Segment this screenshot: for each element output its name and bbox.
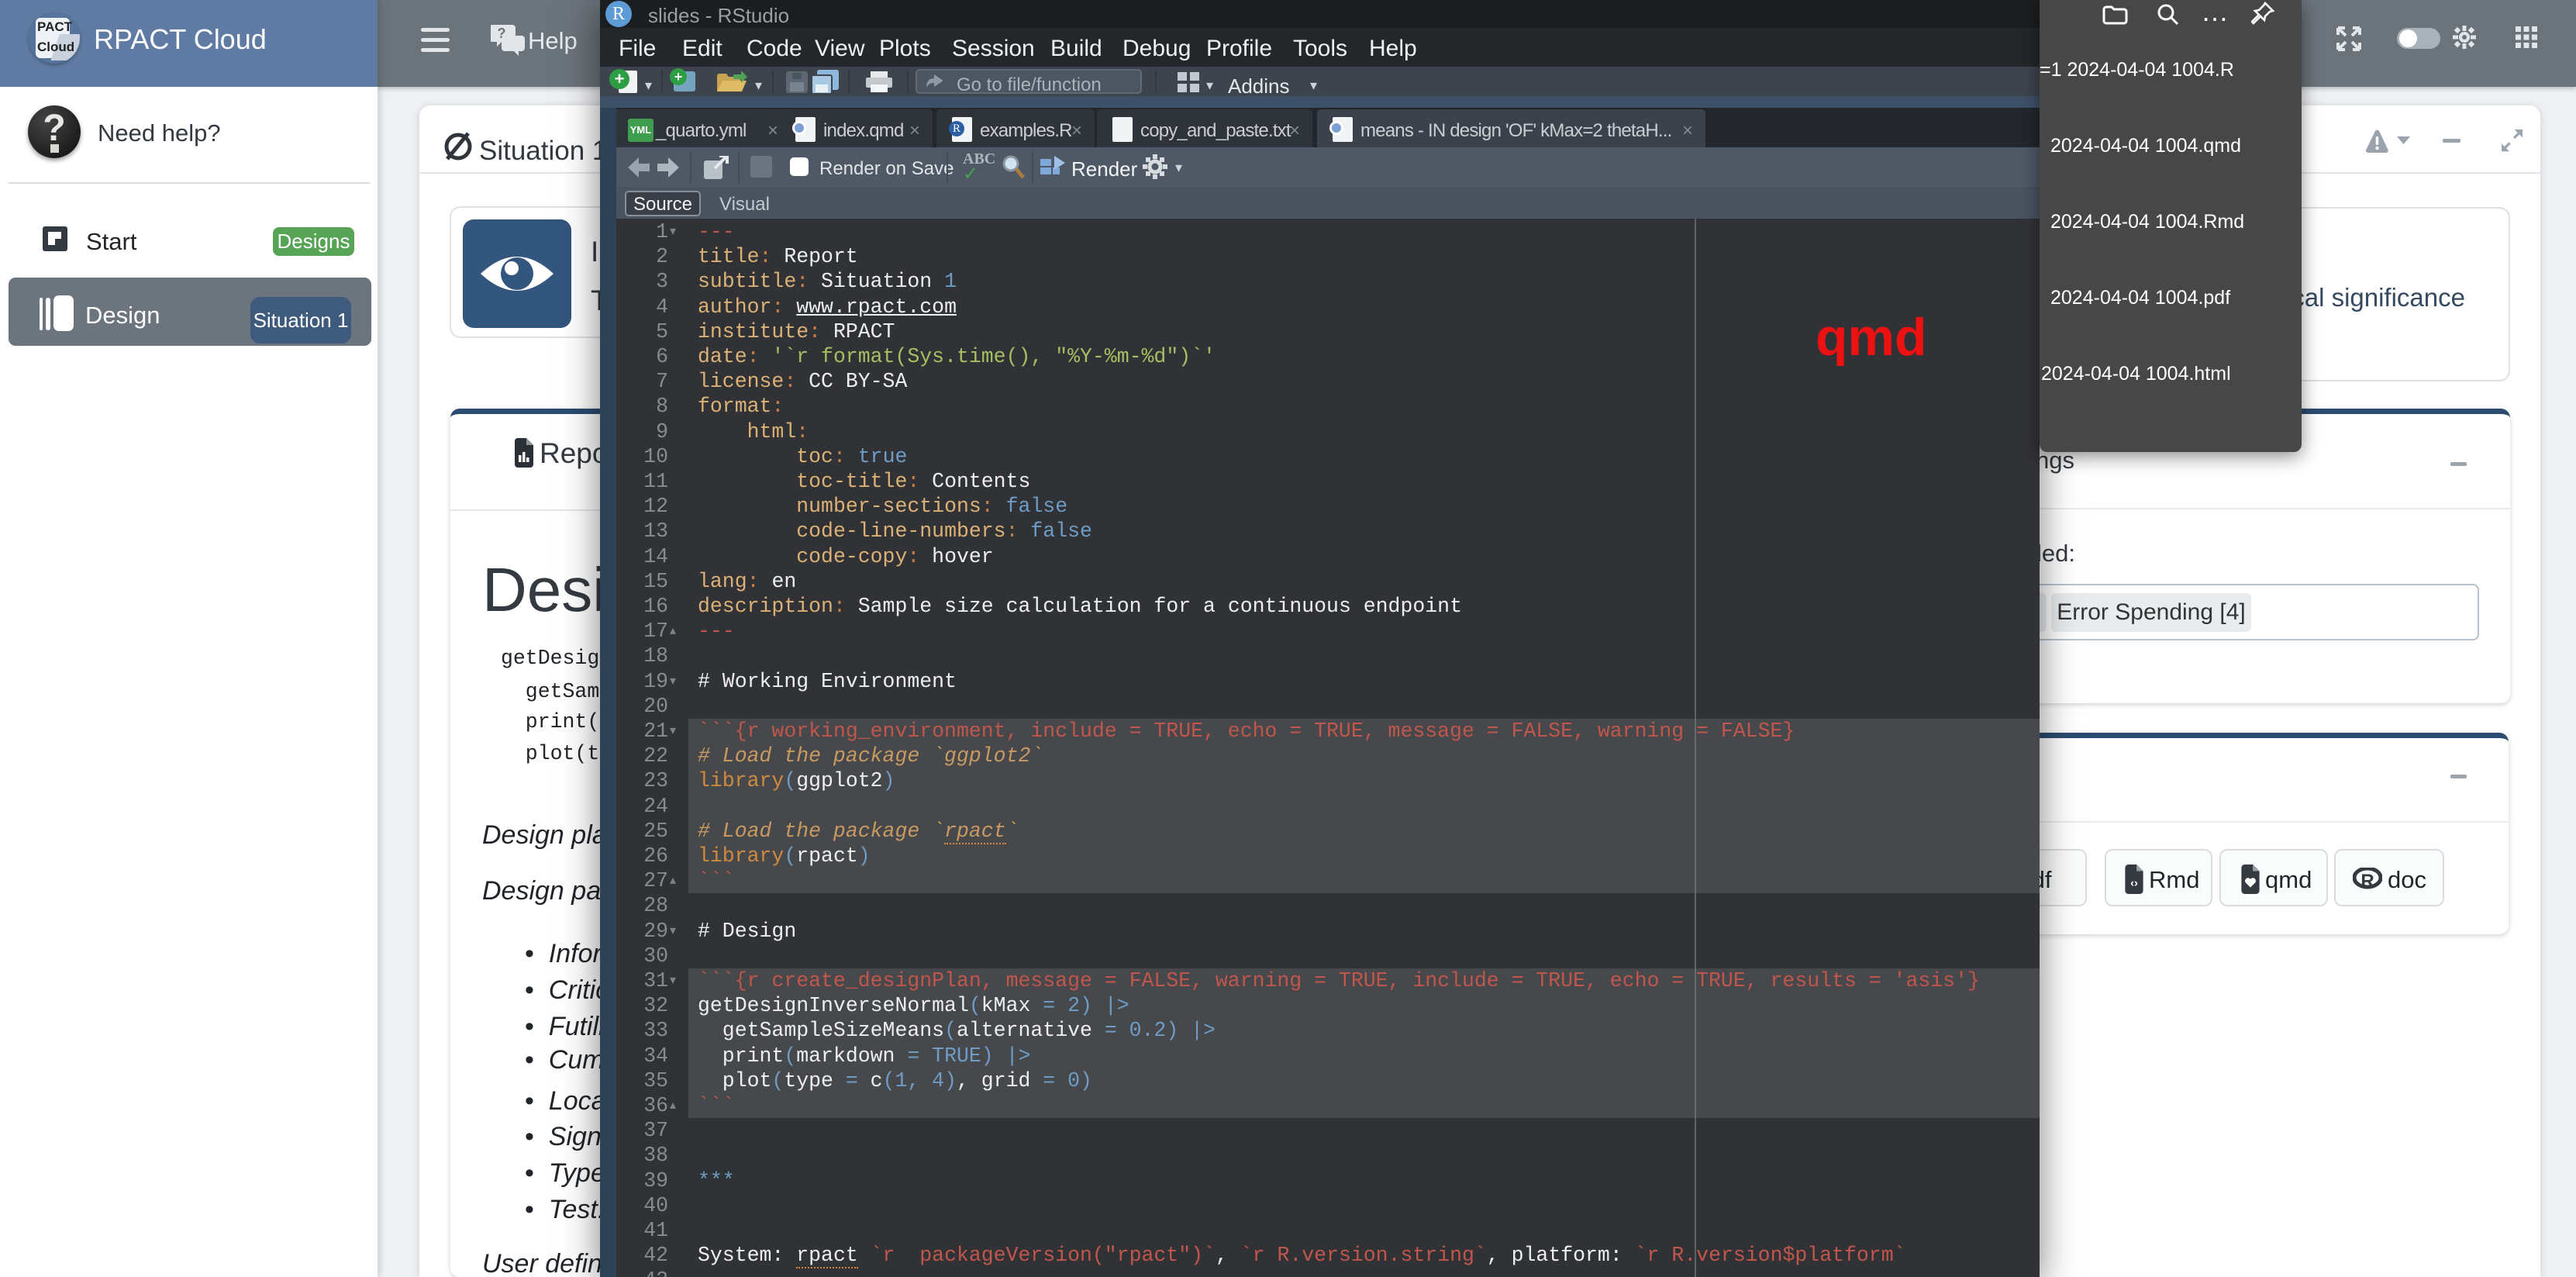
- svg-text:‹›: ‹›: [2130, 878, 2138, 890]
- svg-text:R: R: [2360, 871, 2374, 891]
